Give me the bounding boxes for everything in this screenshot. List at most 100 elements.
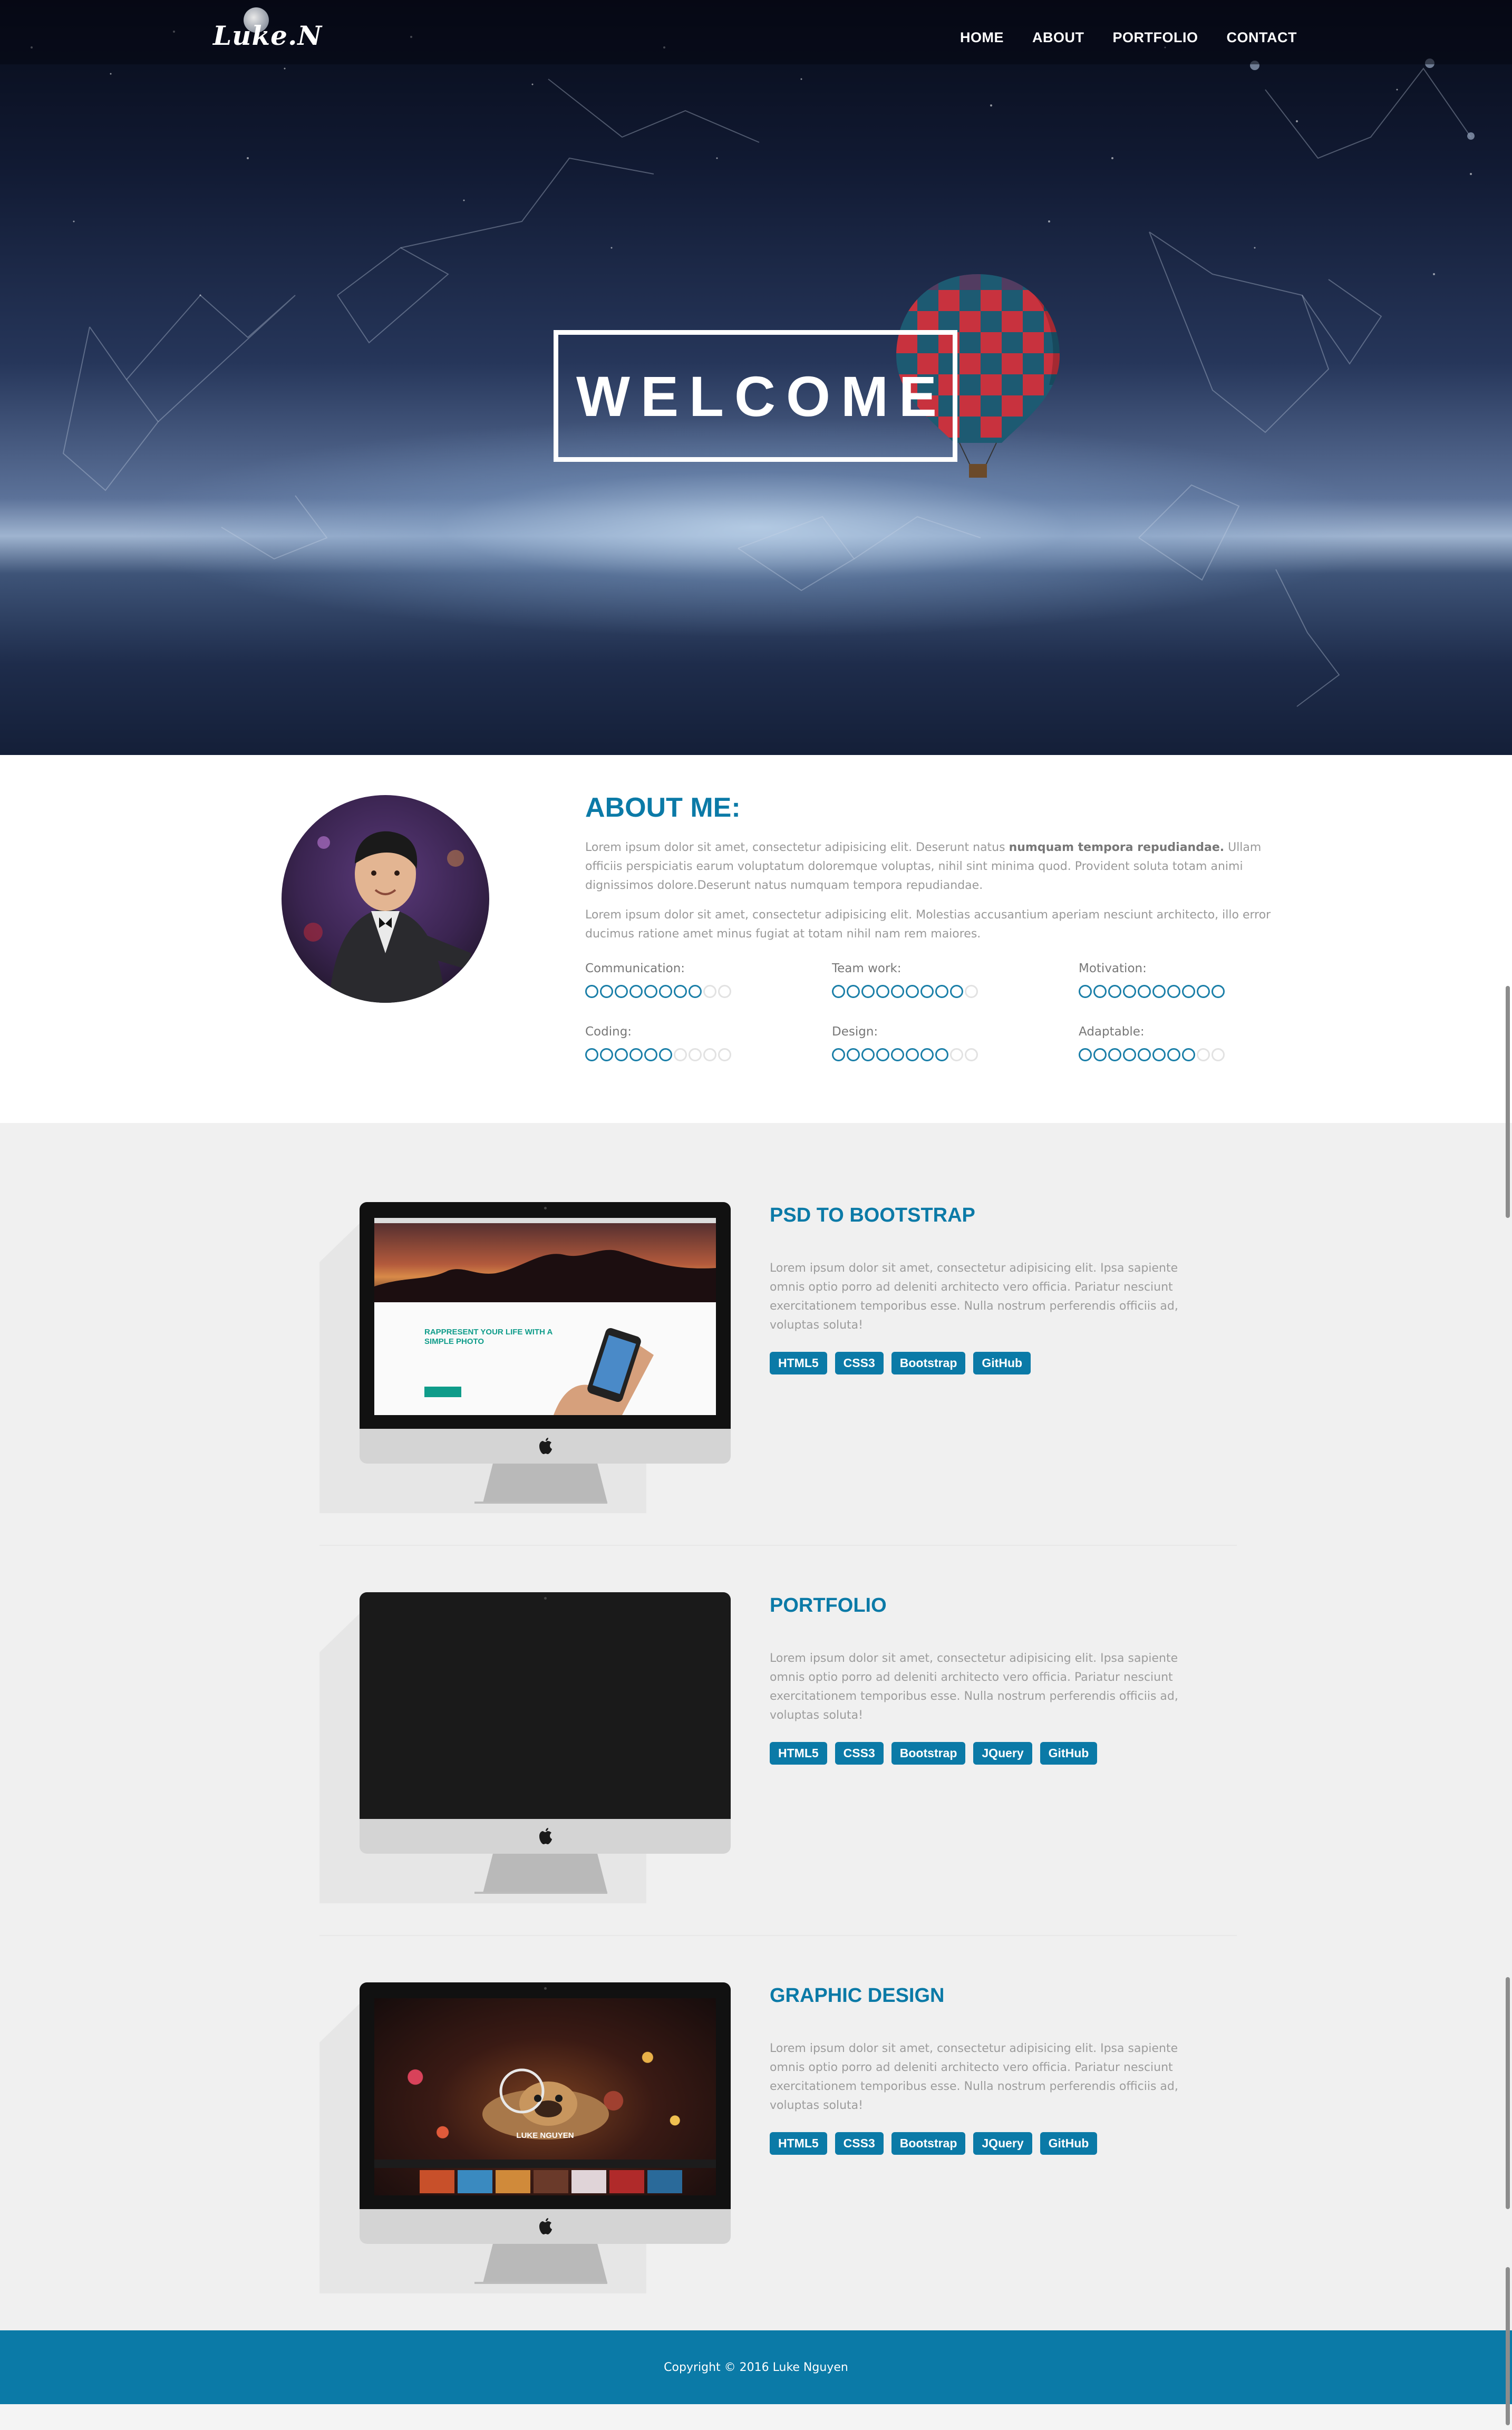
thumbnail <box>496 2170 530 2193</box>
skill-dot-filled <box>1093 985 1107 998</box>
skill-dot-filled <box>1108 985 1121 998</box>
nav-link-home[interactable]: HOME <box>960 30 1004 46</box>
site-footer: Copyright © 2016 Luke Nguyen <box>0 2330 1512 2404</box>
project-divider <box>319 1545 1237 1546</box>
tech-tags: HTML5 CSS3 Bootstrap JQuery GitHub <box>770 1742 1098 1765</box>
skill-dot-filled <box>1167 1048 1180 1061</box>
skill-dot-filled <box>891 985 904 998</box>
project-divider <box>319 1935 1237 1936</box>
skill-dot-filled <box>659 1048 672 1061</box>
skill-dot-filled <box>861 985 875 998</box>
skill-dot-filled <box>600 1048 613 1061</box>
thumbnail <box>420 2170 454 2193</box>
tag-css3[interactable]: CSS3 <box>835 1742 884 1765</box>
skill-dot-filled <box>674 985 687 998</box>
apple-logo-icon <box>539 1828 552 1844</box>
preview-menu-bar <box>374 2160 716 2168</box>
skill-dot-filled <box>1182 1048 1195 1061</box>
skill-dot-empty <box>1197 1048 1210 1061</box>
skill-dot-filled <box>920 985 934 998</box>
site-logo[interactable]: Luke.N <box>213 20 322 51</box>
project-screenshot[interactable]: RAPPRESENT YOUR LIFE WITH A SIMPLE PHOTO <box>374 1218 716 1415</box>
skill-dot-filled <box>615 1048 628 1061</box>
scrollbar-thumb[interactable] <box>1506 2267 1510 2425</box>
skill-dot-filled <box>644 1048 657 1061</box>
skill-dot-filled <box>906 1048 919 1061</box>
skill-label: Design: <box>832 1025 878 1039</box>
skill-dot-filled <box>1108 1048 1121 1061</box>
project-card: RAPPRESENT YOUR LIFE WITH A SIMPLE PHOTO… <box>0 1202 1512 1529</box>
tag-bootstrap[interactable]: Bootstrap <box>891 1742 966 1765</box>
skill-design: Design: <box>832 1025 1001 1061</box>
skill-team-work: Team work: <box>832 962 1001 998</box>
skill-motivation: Motivation: <box>1079 962 1247 998</box>
camera-dot <box>544 1207 547 1209</box>
imac-chin <box>360 1819 731 1854</box>
nav-link-about[interactable]: ABOUT <box>1032 30 1084 46</box>
imac-screen: LUKE NGUYEN <box>360 1982 731 2209</box>
camera-dot <box>544 1987 547 1990</box>
skill-rating <box>832 1048 1001 1061</box>
tag-html5[interactable]: HTML5 <box>770 2132 827 2155</box>
project-description: Lorem ipsum dolor sit amet, consectetur … <box>770 2042 1178 2112</box>
skill-dot-filled <box>1197 985 1210 998</box>
imac-base <box>474 1502 607 1504</box>
landing-preview: RAPPRESENT YOUR LIFE WITH A SIMPLE PHOTO <box>374 1302 716 1415</box>
skill-dot-filled <box>920 1048 934 1061</box>
skill-dot-filled <box>832 1048 845 1061</box>
tag-github[interactable]: GitHub <box>973 1352 1031 1374</box>
preview-thumbnails <box>420 2170 682 2193</box>
imac-screen[interactable] <box>360 1592 731 1819</box>
tag-html5[interactable]: HTML5 <box>770 1742 827 1765</box>
project-title[interactable]: PORTFOLIO <box>770 1594 887 1617</box>
skill-dot-filled <box>1079 985 1092 998</box>
welcome-title: WELCOME <box>576 364 947 428</box>
about-paragraph-2: Lorem ipsum dolor sit amet, consectetur … <box>585 908 1271 941</box>
tag-github[interactable]: GitHub <box>1040 1742 1098 1765</box>
skill-dot-filled <box>876 1048 889 1061</box>
tag-css3[interactable]: CSS3 <box>835 2132 884 2155</box>
skill-dot-filled <box>876 985 889 998</box>
skill-label: Adaptable: <box>1079 1025 1145 1039</box>
skill-dot-filled <box>1152 985 1166 998</box>
nav-link-portfolio[interactable]: PORTFOLIO <box>1113 30 1198 46</box>
thumbnail <box>534 2170 568 2193</box>
hero-section: Luke.N HOME ABOUT PORTFOLIO CONTACT WELC… <box>0 0 1512 755</box>
project-title[interactable]: GRAPHIC DESIGN <box>770 1984 944 2007</box>
tag-css3[interactable]: CSS3 <box>835 1352 884 1374</box>
project-title[interactable]: PSD TO BOOTSTRAP <box>770 1204 975 1227</box>
nav-link-contact[interactable]: CONTACT <box>1227 30 1297 46</box>
thumbnail <box>609 2170 644 2193</box>
page-bottom-band <box>0 2404 1512 2430</box>
skill-dot-filled <box>1182 985 1195 998</box>
apple-logo-icon <box>539 1438 552 1454</box>
skill-dot-filled <box>861 1048 875 1061</box>
skill-dot-empty <box>965 985 978 998</box>
imac-chin <box>360 2209 731 2244</box>
tag-jquery[interactable]: JQuery <box>973 1742 1032 1765</box>
imac-base <box>474 2282 607 2284</box>
top-navbar: Luke.N HOME ABOUT PORTFOLIO CONTACT <box>0 0 1512 64</box>
projects-section: RAPPRESENT YOUR LIFE WITH A SIMPLE PHOTO… <box>0 1123 1512 2330</box>
tag-bootstrap[interactable]: Bootstrap <box>891 2132 966 2155</box>
tag-github[interactable]: GitHub <box>1040 2132 1098 2155</box>
tech-tags: HTML5 CSS3 Bootstrap GitHub <box>770 1352 1031 1374</box>
skill-dot-empty <box>965 1048 978 1061</box>
tag-html5[interactable]: HTML5 <box>770 1352 827 1374</box>
tag-jquery[interactable]: JQuery <box>973 2132 1032 2155</box>
skill-dot-filled <box>847 1048 860 1061</box>
scrollbar-thumb[interactable] <box>1506 1977 1510 2209</box>
scrollbar-thumb[interactable] <box>1506 986 1510 1218</box>
skill-dot-empty <box>674 1048 687 1061</box>
skill-dot-filled <box>1138 1048 1151 1061</box>
skill-dot-filled <box>1167 985 1180 998</box>
skill-dot-filled <box>585 985 598 998</box>
skill-dot-filled <box>659 985 672 998</box>
preview-name: LUKE NGUYEN <box>516 2131 574 2140</box>
preview-button <box>424 1387 461 1397</box>
skill-dot-filled <box>600 985 613 998</box>
project-screenshot[interactable]: LUKE NGUYEN <box>374 1998 716 2195</box>
tag-bootstrap[interactable]: Bootstrap <box>891 1352 966 1374</box>
skill-communication: Communication: <box>585 962 754 998</box>
skill-rating <box>585 1048 754 1061</box>
